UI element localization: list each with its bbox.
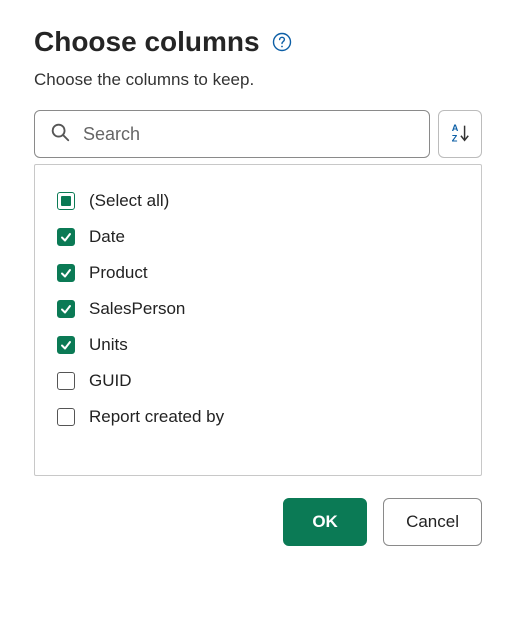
checkbox-checked-icon[interactable] bbox=[57, 264, 75, 282]
column-row-guid[interactable]: GUID bbox=[53, 363, 463, 399]
svg-text:Z: Z bbox=[452, 133, 458, 143]
column-label: Report created by bbox=[89, 407, 224, 427]
checkbox-unchecked-icon[interactable] bbox=[57, 408, 75, 426]
checkbox-indeterminate-icon[interactable] bbox=[57, 192, 75, 210]
help-icon[interactable] bbox=[272, 32, 292, 52]
column-label: Date bbox=[89, 227, 125, 247]
search-icon bbox=[49, 121, 71, 148]
column-list: (Select all) Date Product SalesPerson Un bbox=[34, 164, 482, 476]
dialog-subtitle: Choose the columns to keep. bbox=[34, 70, 482, 90]
column-label: Units bbox=[89, 335, 128, 355]
svg-text:A: A bbox=[452, 123, 459, 133]
column-row-select-all[interactable]: (Select all) bbox=[53, 183, 463, 219]
dialog-title: Choose columns bbox=[34, 26, 260, 58]
search-row: A Z bbox=[34, 110, 482, 158]
column-label: SalesPerson bbox=[89, 299, 185, 319]
column-row-date[interactable]: Date bbox=[53, 219, 463, 255]
column-label: GUID bbox=[89, 371, 132, 391]
column-row-report-created-by[interactable]: Report created by bbox=[53, 399, 463, 435]
choose-columns-dialog: Choose columns Choose the columns to kee… bbox=[0, 0, 516, 580]
dialog-header: Choose columns bbox=[34, 26, 482, 58]
search-box[interactable] bbox=[34, 110, 430, 158]
dialog-footer: OK Cancel bbox=[34, 498, 482, 546]
checkbox-checked-icon[interactable] bbox=[57, 336, 75, 354]
column-row-product[interactable]: Product bbox=[53, 255, 463, 291]
checkbox-unchecked-icon[interactable] bbox=[57, 372, 75, 390]
checkbox-checked-icon[interactable] bbox=[57, 300, 75, 318]
column-row-units[interactable]: Units bbox=[53, 327, 463, 363]
sort-button[interactable]: A Z bbox=[438, 110, 482, 158]
cancel-button[interactable]: Cancel bbox=[383, 498, 482, 546]
ok-button[interactable]: OK bbox=[283, 498, 367, 546]
sort-az-icon: A Z bbox=[449, 122, 471, 147]
column-label: (Select all) bbox=[89, 191, 169, 211]
column-row-salesperson[interactable]: SalesPerson bbox=[53, 291, 463, 327]
search-input[interactable] bbox=[81, 123, 415, 146]
checkbox-checked-icon[interactable] bbox=[57, 228, 75, 246]
column-label: Product bbox=[89, 263, 148, 283]
